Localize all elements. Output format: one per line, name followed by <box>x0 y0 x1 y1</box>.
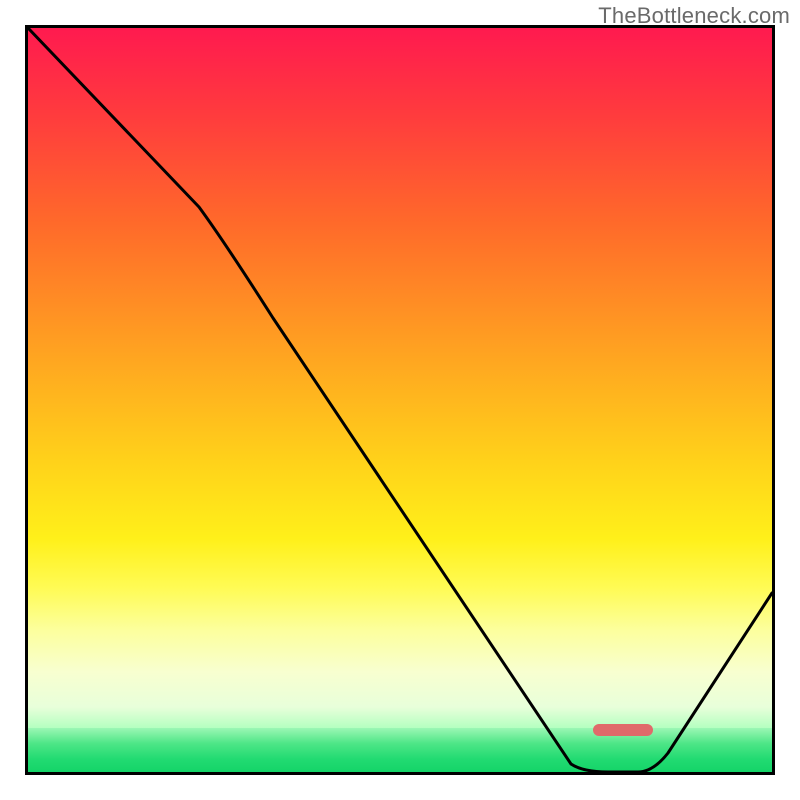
optimum-marker <box>593 724 653 736</box>
bottleneck-curve <box>28 28 772 772</box>
curve-svg <box>28 28 772 772</box>
chart-canvas: TheBottleneck.com <box>0 0 800 800</box>
plot-frame <box>25 25 775 775</box>
